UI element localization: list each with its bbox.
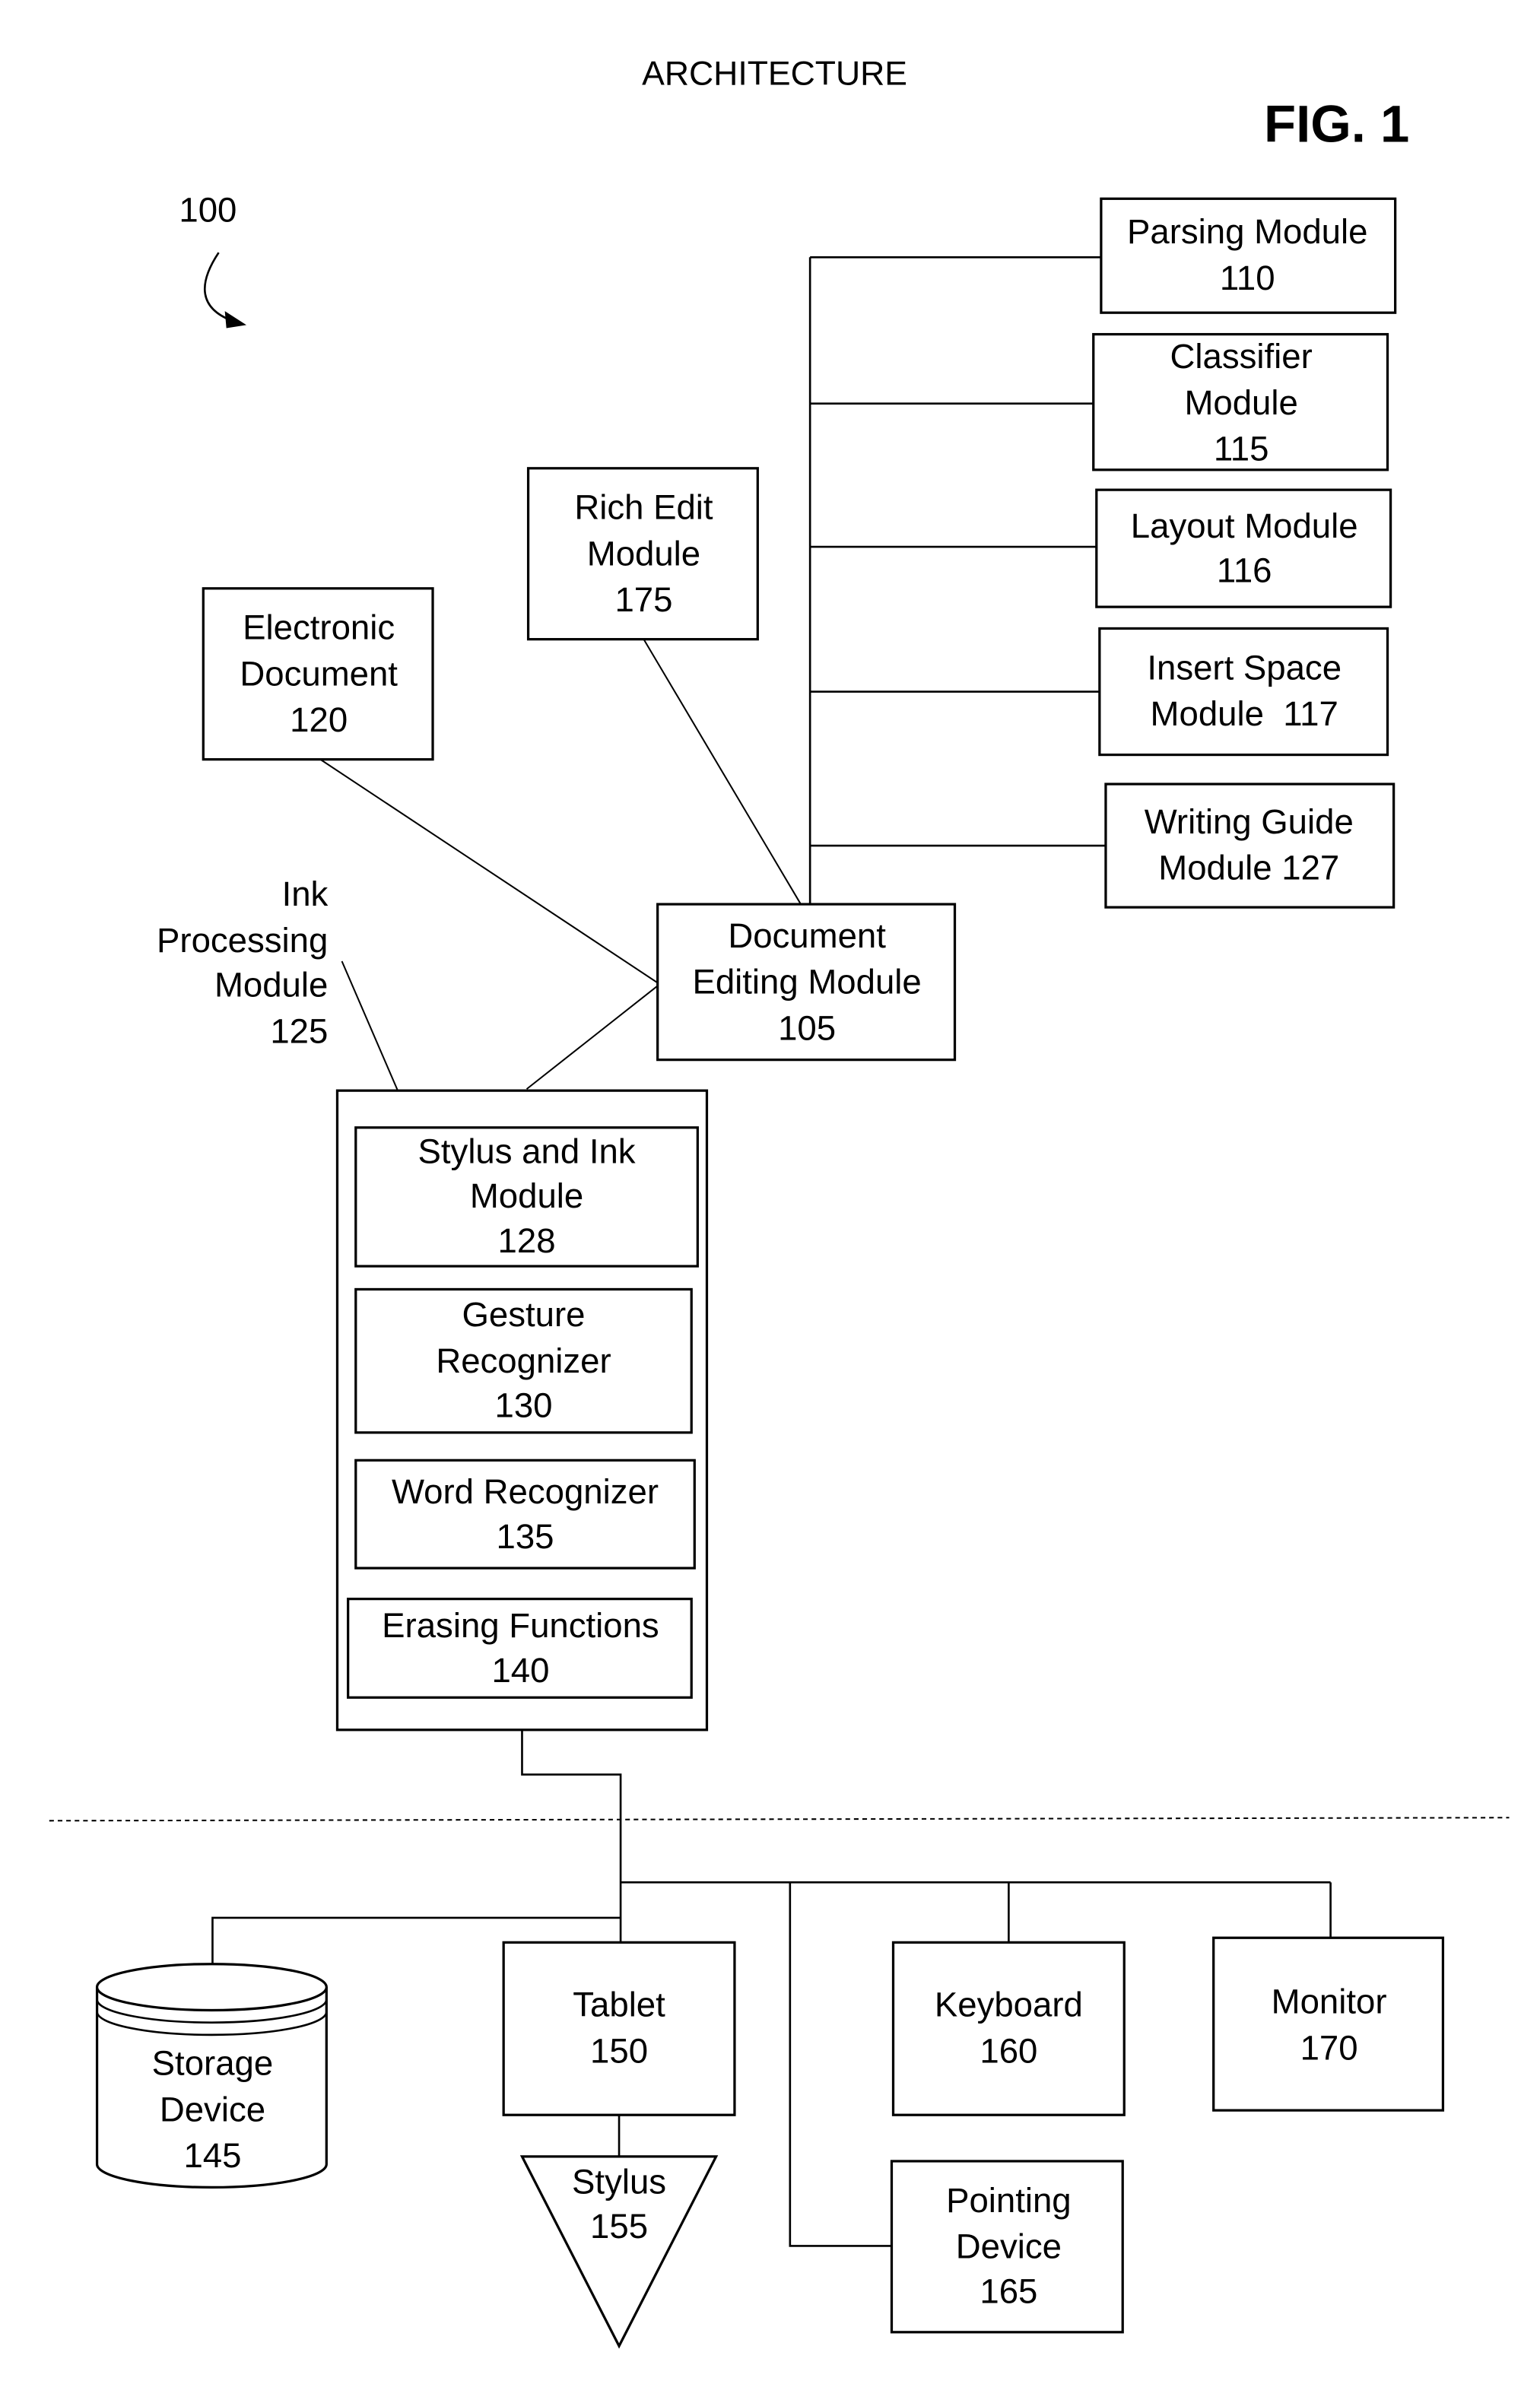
electronic-document-name-2: Document — [240, 654, 398, 693]
parsing-module[interactable]: Parsing Module 110 — [1100, 197, 1397, 314]
writing-guide-module[interactable]: Writing Guide Module 127 — [1104, 782, 1396, 909]
layout-module-name: Layout Module — [1131, 506, 1358, 545]
gesture-recognizer-number: 130 — [495, 1386, 553, 1425]
keyboard-name: Keyboard — [935, 1986, 1083, 2024]
classifier-module-name-1: Classifier — [1170, 337, 1313, 376]
document-editing-module-name-1: Document — [728, 916, 886, 955]
ink-processing-label: Ink Processing Module 125 — [157, 875, 328, 1050]
erasing-functions-number: 140 — [491, 1651, 549, 1690]
electronic-document-number: 120 — [290, 700, 348, 739]
stylus[interactable]: Stylus 155 — [519, 2155, 719, 2349]
software-hardware-divider — [49, 1817, 1510, 1822]
pointing-device-name-1: Pointing — [946, 2181, 1072, 2220]
stylus-ink-module[interactable]: Stylus and Ink Module 128 — [354, 1126, 699, 1268]
storage-device-name-2: Device — [160, 2090, 265, 2128]
electronic-document[interactable]: Electronic Document 120 — [202, 587, 434, 761]
architecture-diagram: ARCHITECTURE FIG. 1 100 Parsing Module 1… — [49, 55, 1510, 2349]
rich-edit-module-name-2: Module — [587, 534, 700, 573]
keyboard[interactable]: Keyboard 160 — [891, 1941, 1126, 2116]
classifier-module-number: 115 — [1214, 430, 1269, 468]
tablet[interactable]: Tablet 150 — [502, 1941, 736, 2116]
erasing-functions-name: Erasing Functions — [382, 1606, 659, 1645]
insert-space-module[interactable]: Insert Space Module 117 — [1098, 627, 1389, 757]
classifier-module-name-2: Module — [1184, 383, 1297, 422]
monitor-name: Monitor — [1272, 1982, 1387, 2021]
word-recognizer-name: Word Recognizer — [392, 1472, 659, 1511]
document-editing-module[interactable]: Document Editing Module 105 — [656, 903, 957, 1062]
figure-label: FIG. 1 — [1264, 94, 1409, 153]
rich-edit-module-number: 175 — [614, 580, 672, 619]
stylus-number: 155 — [590, 2207, 648, 2246]
parsing-module-number: 110 — [1220, 259, 1275, 297]
pointing-device-number: 165 — [980, 2271, 1037, 2310]
parsing-module-name: Parsing Module — [1127, 212, 1367, 251]
word-recognizer[interactable]: Word Recognizer 135 — [354, 1459, 696, 1570]
gesture-recognizer-name-2: Recognizer — [436, 1341, 611, 1380]
pointing-device-name-2: Device — [956, 2227, 1062, 2266]
classifier-module[interactable]: Classifier Module 115 — [1092, 332, 1389, 471]
stylus-ink-module-name-2: Module — [470, 1176, 583, 1215]
stylus-ink-module-name-1: Stylus and Ink — [418, 1132, 636, 1170]
layout-module[interactable]: Layout Module 116 — [1095, 488, 1392, 608]
ink-processing-label-3: Module — [214, 966, 328, 1005]
reference-number: 100 — [179, 191, 237, 230]
gesture-recognizer-name-1: Gesture — [462, 1295, 585, 1334]
tablet-name: Tablet — [573, 1986, 665, 2024]
insert-space-module-name: Insert Space — [1147, 648, 1342, 687]
electronic-document-name-1: Electronic — [243, 608, 395, 647]
writing-guide-module-number: Module 127 — [1158, 849, 1339, 887]
erasing-functions[interactable]: Erasing Functions 140 — [347, 1597, 693, 1699]
hardware-bus-connectors — [211, 1729, 1332, 2247]
stylus-name: Stylus — [572, 2163, 666, 2201]
ink-processing-label-2: Processing — [157, 921, 328, 960]
word-recognizer-number: 135 — [497, 1517, 554, 1556]
ink-processing-label-4: 125 — [270, 1011, 328, 1050]
monitor-number: 170 — [1300, 2028, 1358, 2067]
storage-device[interactable]: Storage Device 145 — [95, 1963, 328, 2189]
document-editing-module-number: 105 — [778, 1008, 836, 1047]
storage-device-number: 145 — [183, 2136, 241, 2175]
rich-edit-module-name-1: Rich Edit — [574, 488, 713, 527]
ink-processing-label-1: Ink — [282, 875, 329, 913]
stylus-ink-module-number: 128 — [498, 1221, 556, 1260]
reference-arrow-icon — [203, 252, 246, 329]
gesture-recognizer[interactable]: Gesture Recognizer 130 — [354, 1287, 693, 1434]
pointing-device[interactable]: Pointing Device 165 — [890, 2160, 1124, 2334]
writing-guide-module-name: Writing Guide — [1145, 802, 1354, 841]
storage-device-name-1: Storage — [152, 2044, 274, 2083]
rich-edit-module[interactable]: Rich Edit Module 175 — [526, 467, 759, 641]
tablet-number: 150 — [590, 2031, 648, 2070]
document-editing-module-name-2: Editing Module — [692, 963, 921, 1002]
layout-module-number: 116 — [1217, 551, 1272, 590]
keyboard-number: 160 — [980, 2031, 1037, 2070]
monitor[interactable]: Monitor 170 — [1212, 1936, 1445, 2112]
diagram-title: ARCHITECTURE — [642, 55, 907, 92]
insert-space-module-number: Module 117 — [1151, 694, 1338, 733]
